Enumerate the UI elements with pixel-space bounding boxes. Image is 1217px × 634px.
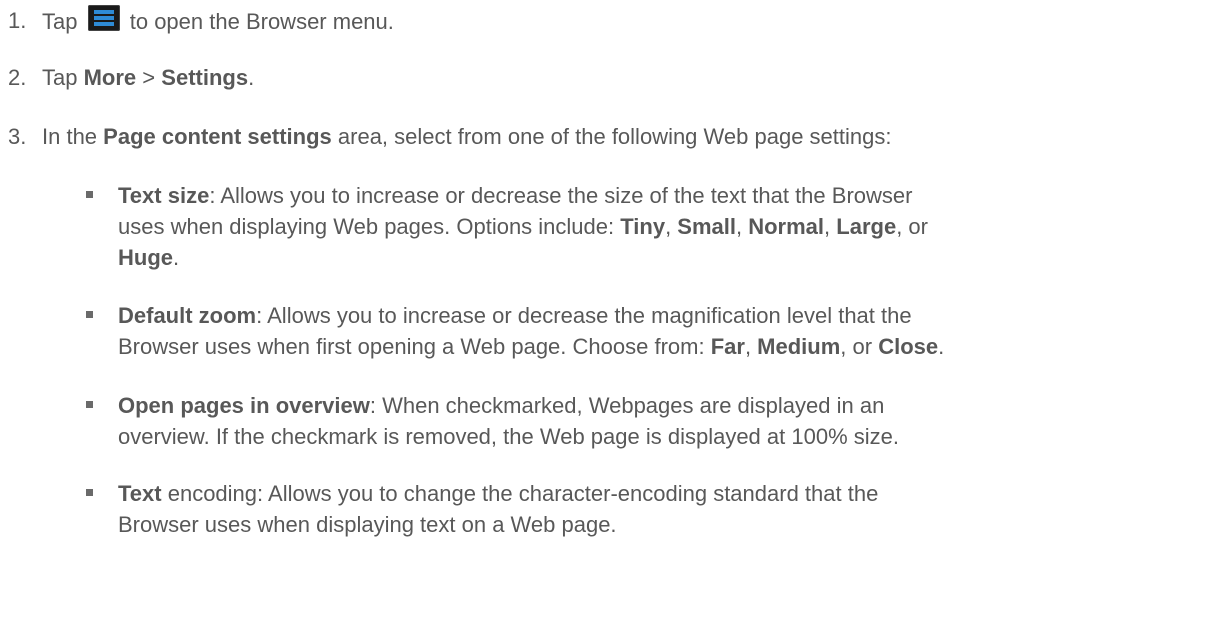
more-label: More [83, 65, 137, 90]
setting-term: Text size [118, 183, 210, 208]
setting-desc-line1: encoding: Allows you to change the chara… [161, 481, 879, 506]
step-text-post: to open the Browser menu. [129, 9, 394, 34]
sep: . [938, 334, 945, 359]
setting-description: Text encoding: Allows you to change the … [118, 478, 1208, 540]
sep: . [173, 245, 180, 270]
setting-desc-line2: Browser uses when first opening a Web pa… [118, 334, 711, 359]
bullet-marker [86, 191, 93, 198]
sep: , or [840, 334, 879, 359]
sep: , [736, 214, 749, 239]
menu-icon [87, 5, 120, 31]
option-small: Small [677, 214, 736, 239]
step-text-post: area, select from one of the following W… [337, 124, 892, 149]
setting-desc-line2: overview. If the checkmark is removed, t… [118, 424, 899, 449]
sep: , [744, 334, 758, 359]
page-content-settings-label: Page content settings [103, 124, 332, 149]
step-text: Tap More > Settings. [42, 62, 254, 93]
step-text-pre: Tap [42, 65, 78, 90]
sep: , or [896, 214, 928, 239]
option-normal: Normal [748, 214, 825, 239]
setting-term: Open pages in overview [118, 393, 370, 418]
option-huge: Huge [118, 245, 173, 270]
option-tiny: Tiny [620, 214, 666, 239]
bullet-marker [86, 489, 93, 496]
option-large: Large [836, 214, 897, 239]
sep: , [824, 214, 837, 239]
step-number: 3. [8, 124, 27, 149]
option-medium: Medium [757, 334, 841, 359]
bullet-marker [86, 311, 93, 318]
setting-description: Open pages in overview: When checkmarked… [118, 390, 1208, 452]
setting-desc-line1: : When checkmarked, Webpages are display… [369, 393, 885, 418]
separator: > [142, 65, 156, 90]
option-close: Close [878, 334, 939, 359]
setting-description: Default zoom: Allows you to increase or … [118, 300, 1208, 362]
sep: , [665, 214, 678, 239]
setting-desc-line2: Browser uses when displaying text on a W… [118, 512, 617, 537]
step-text-pre: Tap [42, 9, 78, 34]
step-text: In the Page content settings area, selec… [42, 121, 891, 152]
option-far: Far [710, 334, 745, 359]
settings-label: Settings [161, 65, 249, 90]
setting-term: Default zoom [118, 303, 257, 328]
setting-term: Text [118, 481, 162, 506]
step-text-pre: In the [42, 124, 98, 149]
step-number: 1. [8, 8, 27, 33]
bullet-marker [86, 401, 93, 408]
setting-desc-line1: : Allows you to increase or decrease the… [256, 303, 912, 328]
setting-description: Text size: Allows you to increase or dec… [118, 180, 1208, 273]
setting-desc-line2: uses when displaying Web pages. Options … [118, 214, 621, 239]
step-text: Tap to open the Browser menu. [42, 5, 394, 37]
step-text-post: . [248, 65, 255, 90]
setting-desc-line1: : Allows you to increase or decrease the… [209, 183, 913, 208]
step-number: 2. [8, 65, 27, 90]
